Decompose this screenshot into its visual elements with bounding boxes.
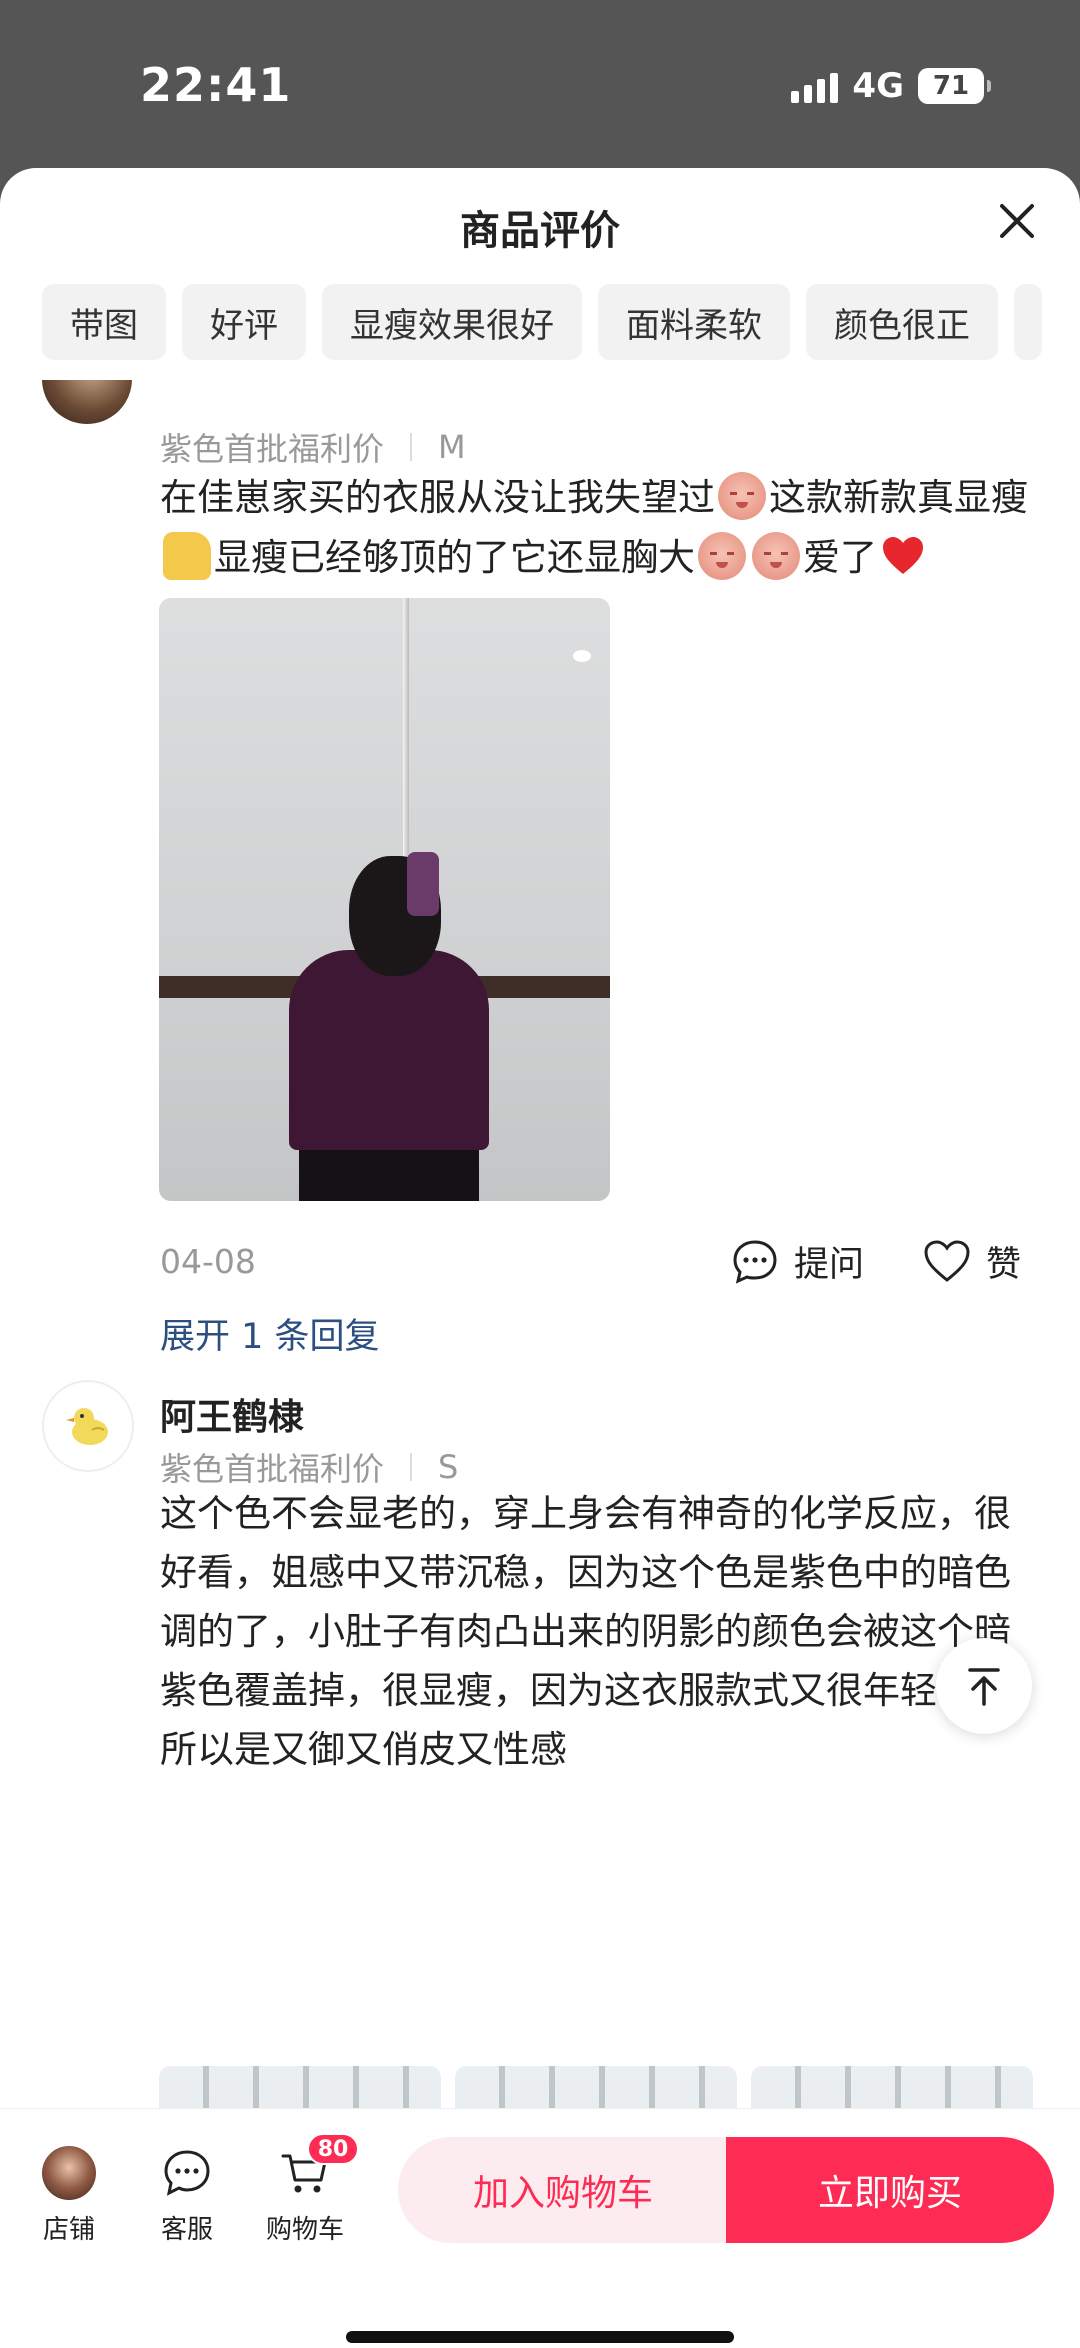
filter-chip-true-color[interactable]: 颜色很正 — [806, 284, 998, 360]
filter-chips: 带图 好评 显瘦效果很好 面料柔软 颜色很正 — [42, 284, 1042, 360]
review-photo-thumb[interactable] — [455, 2066, 737, 2108]
reviewer-avatar[interactable] — [42, 380, 132, 424]
close-button[interactable] — [992, 196, 1042, 246]
signal-icon — [791, 69, 839, 103]
review-text: 在佳崽家买的衣服从没让我失望过 这款新款真显瘦显瘦已经够顶的了它还显胸大 爱了 — [160, 468, 1040, 588]
review-meta: 04-08 提问 赞 — [160, 1236, 1040, 1292]
filter-chip-with-image[interactable]: 带图 — [42, 284, 166, 360]
variant-color: 紫色首批福利价 — [160, 430, 385, 468]
store-button[interactable]: 店铺 — [14, 2145, 124, 2246]
review-photo-thumb[interactable] — [751, 2066, 1033, 2108]
cart-label: 购物车 — [265, 2215, 344, 2245]
variant-size: S — [438, 1448, 459, 1486]
chat-bubble-icon — [164, 2150, 210, 2196]
like-label: 赞 — [986, 1245, 1022, 1285]
filter-chip-soft-fabric[interactable]: 面料柔软 — [598, 284, 790, 360]
variant-size: M — [438, 428, 466, 466]
scroll-to-top-button[interactable] — [936, 1638, 1032, 1734]
divider — [410, 1453, 413, 1481]
cart-button[interactable]: 80 购物车 — [250, 2133, 360, 2246]
review-date: 04-08 — [160, 1242, 256, 1281]
sheet-title: 商品评价 — [460, 208, 620, 254]
pout-emoji-icon — [752, 532, 800, 580]
status-time: 22:41 — [140, 58, 292, 112]
review-list[interactable]: 紫色首批福利价 M 在佳崽家买的衣服从没让我失望过 这款新款真显瘦显瘦已经够顶的了… — [0, 380, 1080, 2108]
cart-count-badge: 80 — [307, 2133, 359, 2165]
home-indicator[interactable] — [346, 2331, 734, 2343]
review-photo-thumb[interactable] — [159, 2066, 441, 2108]
store-avatar-icon — [42, 2146, 96, 2200]
add-to-cart-button[interactable]: 加入购物车 — [398, 2137, 728, 2243]
arrow-up-icon — [968, 1668, 1000, 1706]
store-label: 店铺 — [42, 2215, 95, 2245]
filter-chip-slimming[interactable]: 显瘦效果很好 — [322, 284, 582, 360]
pout-emoji-icon — [698, 532, 746, 580]
customer-service-button[interactable]: 客服 — [132, 2145, 242, 2246]
reviews-sheet: 商品评价 带图 好评 显瘦效果很好 面料柔软 颜色很正 紫色首批福利价 M 在佳… — [0, 168, 1080, 2348]
duck-avatar-icon — [66, 1408, 108, 1445]
buy-now-button[interactable]: 立即购买 — [726, 2137, 1054, 2243]
review-variant: 紫色首批福利价 M — [160, 424, 466, 470]
service-label: 客服 — [160, 2215, 213, 2245]
review-photos — [159, 2066, 1033, 2108]
filter-chip-more[interactable] — [1014, 284, 1042, 360]
sheet-header: 商品评价 — [0, 168, 1080, 280]
filter-chip-positive[interactable]: 好评 — [182, 284, 306, 360]
network-label: 4G — [852, 66, 904, 106]
review-photo[interactable] — [159, 598, 610, 1201]
heart-emoji-icon — [880, 534, 926, 580]
heart-outline-icon — [924, 1239, 970, 1282]
bottom-action-bar: 店铺 客服 80 购物车 加入购物车 立即购买 — [0, 2108, 1080, 2348]
close-icon — [1000, 204, 1034, 238]
status-indicators: 4G 71 — [791, 66, 991, 106]
thumbs-up-emoji-icon — [163, 532, 211, 580]
battery-icon: 71 — [918, 68, 991, 104]
review-text: 这个色不会显老的，穿上身会有神奇的化学反应，很好看，姐感中又带沉稳，因为这个色是… — [160, 1492, 1011, 1771]
expand-replies-link[interactable]: 展开 1 条回复 — [160, 1308, 380, 1359]
chat-bubble-icon — [733, 1239, 777, 1284]
like-button[interactable]: 赞 — [922, 1236, 1021, 1287]
divider — [410, 433, 413, 461]
ask-label: 提问 — [794, 1245, 865, 1285]
battery-level: 71 — [932, 71, 970, 101]
status-bar: 22:41 4G 71 — [0, 0, 1080, 170]
reviewer-avatar[interactable] — [42, 1380, 134, 1472]
ask-button[interactable]: 提问 — [730, 1236, 864, 1287]
reviewer-name[interactable]: 阿王鹤棣 — [160, 1388, 304, 1440]
pout-emoji-icon — [718, 472, 766, 520]
